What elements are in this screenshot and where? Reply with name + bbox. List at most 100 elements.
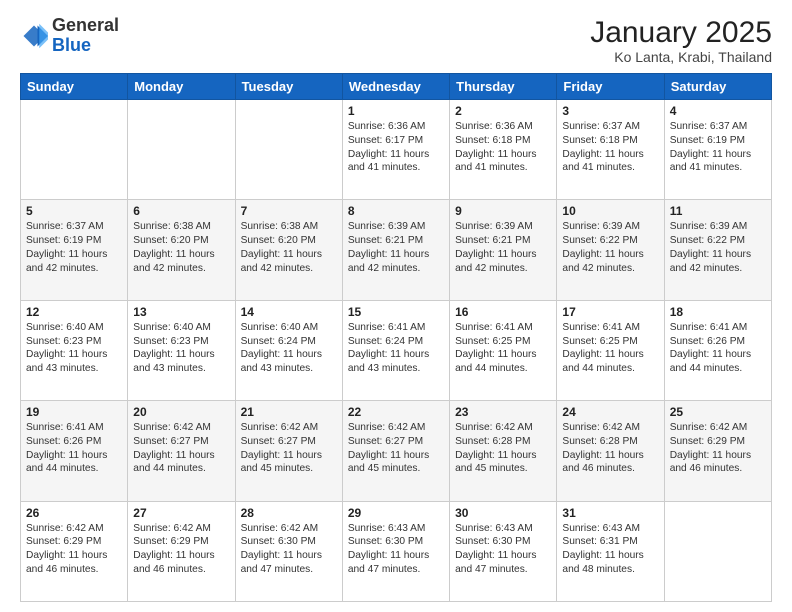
day-number: 8 — [348, 204, 444, 218]
day-number: 16 — [455, 305, 551, 319]
col-thursday: Thursday — [450, 74, 557, 100]
day-info: Sunrise: 6:36 AM Sunset: 6:18 PM Dayligh… — [455, 120, 551, 175]
day-number: 9 — [455, 204, 551, 218]
day-info: Sunrise: 6:39 AM Sunset: 6:22 PM Dayligh… — [562, 220, 658, 275]
day-info: Sunrise: 6:42 AM Sunset: 6:29 PM Dayligh… — [670, 421, 766, 476]
calendar-cell: 26 Sunrise: 6:42 AM Sunset: 6:29 PM Dayli… — [21, 501, 128, 601]
day-info: Sunrise: 6:40 AM Sunset: 6:23 PM Dayligh… — [133, 321, 229, 376]
day-number: 28 — [241, 506, 337, 520]
day-number: 15 — [348, 305, 444, 319]
calendar-cell: 12 Sunrise: 6:40 AM Sunset: 6:23 PM Dayli… — [21, 300, 128, 400]
calendar-table: Sunday Monday Tuesday Wednesday Thursday… — [20, 73, 772, 602]
day-info: Sunrise: 6:42 AM Sunset: 6:28 PM Dayligh… — [455, 421, 551, 476]
day-number: 27 — [133, 506, 229, 520]
day-info: Sunrise: 6:38 AM Sunset: 6:20 PM Dayligh… — [133, 220, 229, 275]
calendar-cell: 16 Sunrise: 6:41 AM Sunset: 6:25 PM Dayli… — [450, 300, 557, 400]
calendar-cell: 19 Sunrise: 6:41 AM Sunset: 6:26 PM Dayli… — [21, 401, 128, 501]
day-number: 19 — [26, 405, 122, 419]
day-number: 3 — [562, 104, 658, 118]
day-number: 1 — [348, 104, 444, 118]
calendar-cell: 4 Sunrise: 6:37 AM Sunset: 6:19 PM Daylig… — [664, 100, 771, 200]
day-number: 10 — [562, 204, 658, 218]
day-info: Sunrise: 6:41 AM Sunset: 6:25 PM Dayligh… — [455, 321, 551, 376]
day-number: 23 — [455, 405, 551, 419]
calendar-cell: 28Sunrise: 6:42 AM Sunset: 6:30 PM Dayli… — [235, 501, 342, 601]
logo-text: General Blue — [52, 16, 119, 56]
col-sunday: Sunday — [21, 74, 128, 100]
day-number: 22 — [348, 405, 444, 419]
col-friday: Friday — [557, 74, 664, 100]
calendar-cell: 9 Sunrise: 6:39 AM Sunset: 6:21 PM Daylig… — [450, 200, 557, 300]
calendar-cell: 17Sunrise: 6:41 AM Sunset: 6:25 PM Dayli… — [557, 300, 664, 400]
calendar-cell: 25 Sunrise: 6:42 AM Sunset: 6:29 PM Dayli… — [664, 401, 771, 501]
calendar-cell: 21Sunrise: 6:42 AM Sunset: 6:27 PM Dayli… — [235, 401, 342, 501]
calendar-cell: 22 Sunrise: 6:42 AM Sunset: 6:27 PM Dayli… — [342, 401, 449, 501]
day-number: 21 — [241, 405, 337, 419]
day-info: Sunrise: 6:42 AM Sunset: 6:28 PM Dayligh… — [562, 421, 658, 476]
day-info: Sunrise: 6:43 AM Sunset: 6:31 PM Dayligh… — [562, 522, 658, 577]
day-info: Sunrise: 6:42 AM Sunset: 6:27 PM Dayligh… — [133, 421, 229, 476]
logo-icon — [20, 22, 48, 50]
col-monday: Monday — [128, 74, 235, 100]
day-info: Sunrise: 6:39 AM Sunset: 6:22 PM Dayligh… — [670, 220, 766, 275]
day-number: 14 — [241, 305, 337, 319]
day-number: 4 — [670, 104, 766, 118]
calendar-cell: 18 Sunrise: 6:41 AM Sunset: 6:26 PM Dayli… — [664, 300, 771, 400]
day-number: 26 — [26, 506, 122, 520]
week-row-2: 5Sunrise: 6:37 AM Sunset: 6:19 PM Daylig… — [21, 200, 772, 300]
calendar-cell: 7 Sunrise: 6:38 AM Sunset: 6:20 PM Daylig… — [235, 200, 342, 300]
day-info: Sunrise: 6:41 AM Sunset: 6:26 PM Dayligh… — [670, 321, 766, 376]
day-info: Sunrise: 6:40 AM Sunset: 6:23 PM Dayligh… — [26, 321, 122, 376]
logo: General Blue — [20, 16, 119, 56]
day-info: Sunrise: 6:42 AM Sunset: 6:27 PM Dayligh… — [348, 421, 444, 476]
col-saturday: Saturday — [664, 74, 771, 100]
day-info: Sunrise: 6:41 AM Sunset: 6:24 PM Dayligh… — [348, 321, 444, 376]
day-number: 7 — [241, 204, 337, 218]
calendar-cell: 11 Sunrise: 6:39 AM Sunset: 6:22 PM Dayli… — [664, 200, 771, 300]
calendar-cell: 2 Sunrise: 6:36 AM Sunset: 6:18 PM Daylig… — [450, 100, 557, 200]
day-number: 18 — [670, 305, 766, 319]
day-info: Sunrise: 6:37 AM Sunset: 6:18 PM Dayligh… — [562, 120, 658, 175]
calendar-cell — [235, 100, 342, 200]
header: General Blue January 2025 Ko Lanta, Krab… — [20, 16, 772, 65]
week-row-5: 26 Sunrise: 6:42 AM Sunset: 6:29 PM Dayli… — [21, 501, 772, 601]
day-info: Sunrise: 6:42 AM Sunset: 6:29 PM Dayligh… — [26, 522, 122, 577]
calendar-cell: 31Sunrise: 6:43 AM Sunset: 6:31 PM Dayli… — [557, 501, 664, 601]
calendar-cell: 8Sunrise: 6:39 AM Sunset: 6:21 PM Daylig… — [342, 200, 449, 300]
day-number: 2 — [455, 104, 551, 118]
title-block: January 2025 Ko Lanta, Krabi, Thailand — [590, 16, 772, 65]
day-info: Sunrise: 6:41 AM Sunset: 6:25 PM Dayligh… — [562, 321, 658, 376]
logo-blue-text: Blue — [52, 35, 91, 55]
calendar-cell: 24Sunrise: 6:42 AM Sunset: 6:28 PM Dayli… — [557, 401, 664, 501]
day-info: Sunrise: 6:43 AM Sunset: 6:30 PM Dayligh… — [348, 522, 444, 577]
day-info: Sunrise: 6:37 AM Sunset: 6:19 PM Dayligh… — [670, 120, 766, 175]
col-tuesday: Tuesday — [235, 74, 342, 100]
day-number: 5 — [26, 204, 122, 218]
day-number: 13 — [133, 305, 229, 319]
day-number: 25 — [670, 405, 766, 419]
week-row-4: 19 Sunrise: 6:41 AM Sunset: 6:26 PM Dayli… — [21, 401, 772, 501]
calendar-cell: 29 Sunrise: 6:43 AM Sunset: 6:30 PM Dayli… — [342, 501, 449, 601]
calendar-cell: 5Sunrise: 6:37 AM Sunset: 6:19 PM Daylig… — [21, 200, 128, 300]
day-number: 11 — [670, 204, 766, 218]
day-info: Sunrise: 6:41 AM Sunset: 6:26 PM Dayligh… — [26, 421, 122, 476]
week-row-1: 1Sunrise: 6:36 AM Sunset: 6:17 PM Daylig… — [21, 100, 772, 200]
day-info: Sunrise: 6:40 AM Sunset: 6:24 PM Dayligh… — [241, 321, 337, 376]
calendar-cell — [128, 100, 235, 200]
day-info: Sunrise: 6:39 AM Sunset: 6:21 PM Dayligh… — [455, 220, 551, 275]
calendar-cell: 6 Sunrise: 6:38 AM Sunset: 6:20 PM Daylig… — [128, 200, 235, 300]
location-subtitle: Ko Lanta, Krabi, Thailand — [590, 49, 772, 65]
day-number: 30 — [455, 506, 551, 520]
col-wednesday: Wednesday — [342, 74, 449, 100]
day-info: Sunrise: 6:38 AM Sunset: 6:20 PM Dayligh… — [241, 220, 337, 275]
logo-general-text: General — [52, 15, 119, 35]
day-number: 12 — [26, 305, 122, 319]
day-number: 20 — [133, 405, 229, 419]
day-number: 6 — [133, 204, 229, 218]
calendar-cell: 23 Sunrise: 6:42 AM Sunset: 6:28 PM Dayli… — [450, 401, 557, 501]
calendar-cell: 3 Sunrise: 6:37 AM Sunset: 6:18 PM Daylig… — [557, 100, 664, 200]
calendar-cell: 30Sunrise: 6:43 AM Sunset: 6:30 PM Dayli… — [450, 501, 557, 601]
calendar-header-row: Sunday Monday Tuesday Wednesday Thursday… — [21, 74, 772, 100]
day-number: 29 — [348, 506, 444, 520]
calendar-cell: 14 Sunrise: 6:40 AM Sunset: 6:24 PM Dayli… — [235, 300, 342, 400]
